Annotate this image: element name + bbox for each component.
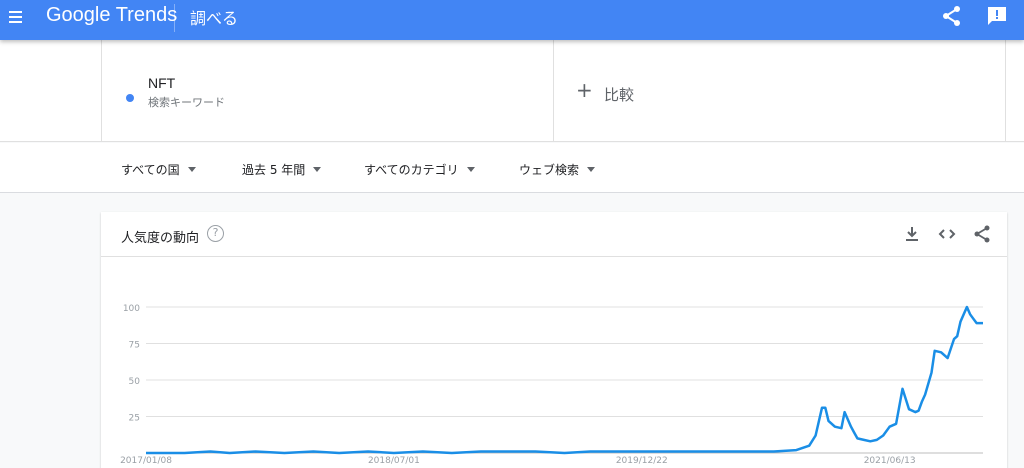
dropdown-caret-icon [466, 167, 475, 172]
term-color-dot [126, 94, 134, 102]
help-icon[interactable]: ? [207, 225, 224, 242]
region-filter-label: すべての国 [121, 163, 180, 177]
search-term-card[interactable]: NFT 検索キーワード [101, 40, 554, 142]
search-type-filter-label: ウェブ検索 [519, 163, 580, 177]
period-filter[interactable]: 過去 5 年間 [242, 161, 322, 178]
x-tick-label: 2018/07/01 [368, 456, 420, 466]
region-filter[interactable]: すべての国 [121, 161, 196, 178]
share-icon[interactable] [940, 4, 964, 28]
y-tick-label: 50 [129, 377, 141, 387]
interest-line-chart: 25 50 75 100 2017/01/08 2018/07/01 2019/12/22 2… [120, 304, 983, 466]
header-divider [174, 4, 175, 32]
category-filter[interactable]: すべてのカテゴリ [364, 161, 475, 178]
menu-icon[interactable] [6, 6, 30, 30]
share-icon[interactable] [972, 224, 992, 244]
search-type-filter[interactable]: ウェブ検索 [519, 161, 596, 178]
compare-label: 比較 [604, 86, 635, 104]
page-title: 調べる [190, 9, 239, 28]
filter-bar: すべての国 過去 5 年間 すべてのカテゴリ ウェブ検索 [0, 143, 1024, 193]
category-filter-label: すべてのカテゴリ [364, 163, 459, 177]
logo-google-text: Google [46, 4, 111, 26]
download-icon[interactable] [902, 224, 922, 244]
dropdown-caret-icon [187, 167, 196, 172]
period-filter-label: 過去 5 年間 [242, 163, 306, 177]
logo-trends-text: Trends [115, 4, 178, 26]
google-trends-logo[interactable]: Google Trends [46, 4, 177, 27]
feedback-icon[interactable] [985, 4, 1009, 28]
y-tick-label: 100 [123, 304, 140, 314]
dropdown-caret-icon [313, 167, 322, 172]
card-title: 人気度の動向 [121, 231, 200, 246]
top-app-bar: Google Trends 調べる [0, 0, 1024, 40]
y-tick-label: 75 [129, 341, 140, 351]
compare-button[interactable]: + 比較 [554, 40, 1006, 142]
search-terms-bar: NFT 検索キーワード + 比較 [0, 40, 1024, 142]
dropdown-caret-icon [587, 167, 596, 172]
x-tick-label: 2019/12/22 [616, 456, 668, 466]
search-term-type: 検索キーワード [148, 96, 225, 109]
search-term-name: NFT [148, 75, 176, 91]
embed-code-icon[interactable] [937, 224, 957, 244]
y-tick-label: 25 [129, 414, 140, 424]
x-tick-label: 2021/06/13 [864, 456, 916, 466]
plus-icon: + [576, 78, 593, 102]
interest-over-time-card: 人気度の動向 ? 25 50 75 100 2017/01/08 2018/07/01 20… [101, 212, 1007, 468]
x-tick-label: 2017/01/08 [120, 456, 172, 466]
